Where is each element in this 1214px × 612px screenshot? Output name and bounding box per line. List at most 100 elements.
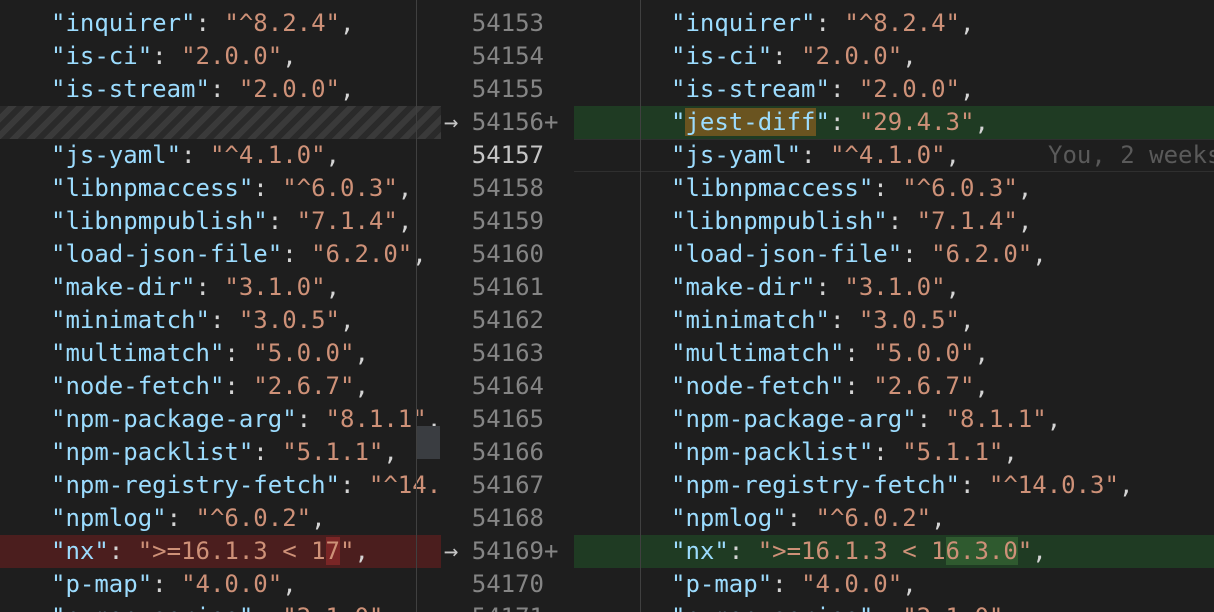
- code-text: "libnpmaccess": "^6.0.3",: [671, 172, 1032, 205]
- json-key: "p-map": [51, 570, 153, 598]
- punctuation: :: [108, 537, 138, 565]
- code-line: "node-fetch": "2.6.7",: [574, 370, 1214, 403]
- code-text: "inquirer": "^8.2.4",: [671, 7, 974, 40]
- code-text: "is-ci": "2.0.0",: [671, 40, 917, 73]
- json-key: "make-dir": [51, 273, 196, 301]
- punctuation: ,: [960, 75, 975, 103]
- punctuation: :: [844, 372, 874, 400]
- punctuation: :: [829, 306, 859, 334]
- json-value: "2.0.0": [801, 42, 903, 70]
- diff-modified-pane[interactable]: "p-map-series": "2.1.0","p-map": "4.0.0"…: [574, 0, 1214, 612]
- code-line: "jest-diff": "29.4.3",: [574, 106, 1214, 139]
- punctuation: :: [873, 603, 902, 612]
- revert-change-arrow-icon[interactable]: →: [444, 535, 458, 568]
- json-key: "js-yaml": [671, 141, 802, 169]
- gutter-row: 54168: [441, 502, 574, 535]
- punctuation: ,: [325, 141, 340, 169]
- gutter-row: 54162: [441, 304, 574, 337]
- code-line: "is-ci": "2.0.0",: [574, 40, 1214, 73]
- diff-spacer: [0, 106, 441, 139]
- added-line-marker: +: [544, 537, 559, 565]
- json-key: "nx": [671, 537, 729, 565]
- json-value: "8.1.1": [325, 405, 427, 433]
- punctuation: :: [209, 75, 239, 103]
- json-key: "libnpmaccess": [51, 174, 254, 202]
- code-line: "libnpmpublish": "7.1.4",: [574, 205, 1214, 238]
- code-line: "libnpmaccess": "^6.0.3",: [574, 172, 1214, 205]
- json-value: ">=16.1.3 < 1: [137, 537, 326, 565]
- line-number: 54166: [471, 438, 544, 466]
- punctuation: ,: [383, 603, 397, 612]
- json-value: ">=16.1.3 < 1: [757, 537, 946, 565]
- json-value: "5.0.0": [253, 339, 355, 367]
- punctuation: ,: [960, 9, 975, 37]
- code-line: "npm-registry-fetch": "^14.0.3",: [574, 469, 1214, 502]
- punctuation: :: [815, 9, 845, 37]
- code-line: "nx": ">=16.1.3 < 17",: [0, 535, 441, 568]
- punctuation: ,: [1003, 603, 1017, 612]
- punctuation: :: [209, 306, 239, 334]
- json-value: "8.1.1": [945, 405, 1047, 433]
- code-line: "inquirer": "^8.2.4",: [0, 7, 441, 40]
- code-text: "npmlog": "^6.0.2",: [51, 502, 326, 535]
- code-line: "js-yaml": "^4.1.0", You, 2 weeks: [574, 139, 1214, 172]
- gutter-row: 54171: [441, 601, 574, 612]
- gutter-row: 54163: [441, 337, 574, 370]
- punctuation: ,: [354, 339, 369, 367]
- line-number: 54153: [471, 9, 544, 37]
- line-number: 54167: [471, 471, 544, 499]
- scrollbar-thumb[interactable]: [417, 426, 440, 459]
- punctuation: ,: [383, 438, 398, 466]
- json-value: "3.0.5": [238, 306, 341, 334]
- punctuation: ,: [354, 372, 369, 400]
- code-text: "p-map-series": "2.1.0",: [671, 601, 1018, 612]
- punctuation: ,: [1017, 207, 1033, 235]
- line-number: 54156: [471, 108, 544, 136]
- json-value: "^6.0.3": [902, 174, 1018, 202]
- punctuation: ,: [397, 174, 413, 202]
- json-key: "inquirer": [51, 9, 196, 37]
- punctuation: ,: [282, 42, 297, 70]
- json-key: "node-fetch": [51, 372, 225, 400]
- line-number: 54169: [471, 537, 544, 565]
- code-line: "make-dir": "3.1.0",: [0, 271, 441, 304]
- json-key: "libnpmpublish": [671, 207, 888, 235]
- line-number: 54163: [471, 339, 544, 367]
- punctuation: ,: [974, 372, 989, 400]
- punctuation: ,: [1118, 471, 1134, 499]
- punctuation: ,: [1017, 174, 1033, 202]
- json-key: ": [671, 108, 686, 136]
- code-line: "npm-package-arg": "8.1.1",: [0, 403, 441, 436]
- punctuation: ,: [340, 75, 355, 103]
- code-text: "node-fetch": "2.6.7",: [671, 370, 989, 403]
- gutter-row: 54160: [441, 238, 574, 271]
- gutter-row: 54170: [441, 568, 574, 601]
- json-key: "npm-packlist": [51, 438, 254, 466]
- punctuation: :: [267, 207, 297, 235]
- code-line: "minimatch": "3.0.5",: [0, 304, 441, 337]
- gutter-row: 54169 → +: [441, 535, 574, 568]
- code-line: "nx": ">=16.1.3 < 16.3.0",: [574, 535, 1214, 568]
- code-line: "is-stream": "2.0.0",: [0, 73, 441, 106]
- json-value: "^6.0.3": [282, 174, 398, 202]
- revert-change-arrow-icon[interactable]: →: [444, 106, 458, 139]
- json-key: "is-ci": [51, 42, 153, 70]
- punctuation: :: [152, 570, 182, 598]
- json-key: "make-dir": [671, 273, 816, 301]
- code-text: "npmlog": "^6.0.2",: [671, 502, 946, 535]
- json-value: "5.1.1": [282, 438, 384, 466]
- diff-original-pane[interactable]: "p-map-series": "2.1.0","p-map": "4.0.0"…: [0, 0, 441, 612]
- code-line: "make-dir": "3.1.0",: [574, 271, 1214, 304]
- json-value: "3.0.5": [858, 306, 961, 334]
- code-text: "js-yaml": "^4.1.0",: [671, 139, 960, 172]
- punctuation: :: [844, 339, 874, 367]
- punctuation: ,: [1032, 240, 1047, 268]
- json-key: "npm-registry-fetch": [51, 471, 340, 499]
- code-text: "is-stream": "2.0.0",: [671, 73, 974, 106]
- line-number: 54154: [471, 42, 544, 70]
- deleted-text: 7: [325, 537, 340, 565]
- line-number: 54162: [471, 306, 544, 334]
- code-text: "p-map-series": "2.1.0",: [51, 601, 398, 612]
- punctuation: :: [829, 108, 859, 136]
- code-line: "npm-packlist": "5.1.1",: [574, 436, 1214, 469]
